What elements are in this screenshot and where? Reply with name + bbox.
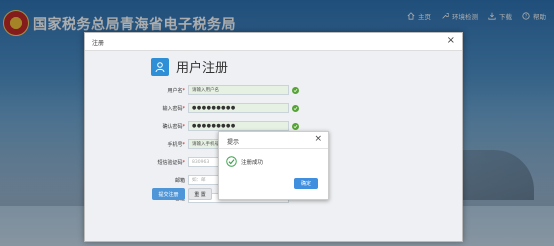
register-heading: 用户注册 (176, 61, 229, 76)
field-username-label: 用户名* (167, 87, 185, 94)
submit-register-button[interactable]: 提交注册 (152, 188, 185, 200)
password-input[interactable]: ●●●●●●●●● (188, 103, 289, 113)
check-icon (292, 122, 299, 130)
register-window-title: 注册 (92, 40, 105, 47)
user-icon (151, 57, 169, 76)
field-sms-code-row: 短信验证码* 830963 (125, 155, 228, 169)
username-input[interactable]: 请输入用户名 (188, 85, 289, 95)
field-email-label: 邮箱 (174, 177, 185, 184)
confirm-password-input[interactable]: ●●●●●●●●● (188, 121, 289, 131)
field-username-row: 用户名* 请输入用户名 (125, 83, 299, 97)
notice-close-icon[interactable]: × (314, 134, 322, 144)
field-password-label: 输入密码* (162, 105, 185, 112)
notice-titlebar: 提示 × (219, 132, 328, 149)
notice-message: 注册成功 (241, 159, 264, 166)
field-password-row: 输入密码* ●●●●●●●●● (125, 101, 299, 115)
check-icon (292, 104, 299, 112)
field-sms-code-label: 短信验证码* (157, 159, 185, 166)
register-header: 用户注册 (151, 57, 228, 76)
notice-ok-button[interactable]: 确定 (294, 178, 318, 189)
reset-button[interactable]: 重 置 (188, 188, 212, 200)
register-titlebar: 注册 × (85, 33, 462, 51)
notice-title: 提示 (227, 139, 240, 146)
notice-dialog: 提示 × 注册成功 确定 (218, 131, 329, 200)
register-close-icon[interactable]: × (447, 35, 455, 46)
notice-body: 注册成功 (226, 156, 263, 167)
check-icon (292, 86, 299, 94)
field-confirm-password-label: 确认密码* (162, 123, 185, 130)
success-check-icon (226, 156, 237, 167)
field-phone-label: 手机号* (167, 141, 185, 148)
